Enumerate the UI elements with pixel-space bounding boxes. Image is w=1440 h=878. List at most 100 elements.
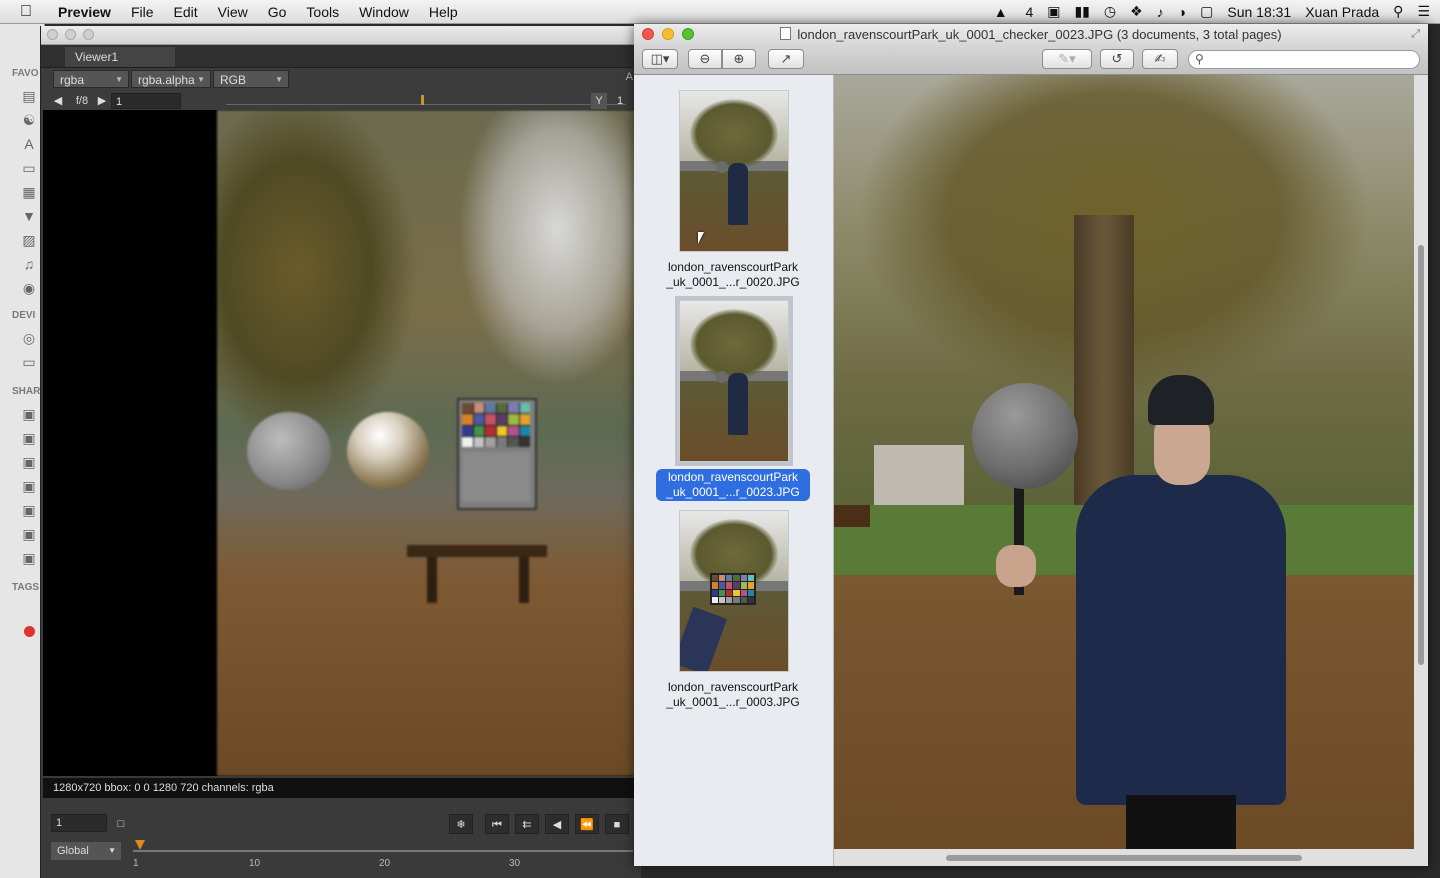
thumbnail-sidebar[interactable]: london_ravenscourtPark _uk_0001_...r_002…	[634, 75, 834, 866]
search-input[interactable]: ⚲	[1188, 50, 1420, 69]
range-select[interactable]: Global ▼	[51, 842, 121, 860]
thumbnail-label-selected[interactable]: london_ravenscourtPark _uk_0001_...r_002…	[656, 469, 810, 501]
menu-go[interactable]: Go	[258, 4, 297, 20]
timeline-track[interactable]	[133, 850, 633, 852]
viewer-info-bar: 1280x720 bbox: 0 0 1280 720 channels: rg…	[43, 778, 641, 798]
music-icon[interactable]: ♫	[20, 256, 38, 272]
shared-computer-icon[interactable]: ▣	[20, 478, 38, 494]
clock[interactable]: Sun 18:31	[1227, 4, 1291, 20]
thumbnail-label-line1: london_ravenscourtPark	[667, 680, 799, 694]
apple-icon[interactable]: 	[0, 3, 52, 21]
thumbnail-label[interactable]: london_ravenscourtPark _uk_0001_...r_000…	[648, 680, 818, 710]
downloads-icon[interactable]: ▼	[20, 208, 38, 224]
lock-icon[interactable]: □	[109, 814, 133, 834]
menu-window[interactable]: Window	[349, 4, 419, 20]
first-frame-icon[interactable]: ⏮	[485, 814, 509, 834]
thumbnail-0003[interactable]	[679, 510, 789, 672]
step-back-icon[interactable]: ◀	[545, 814, 569, 834]
playhead[interactable]	[135, 840, 145, 850]
colorspace-select[interactable]: RGB ▼	[213, 70, 289, 88]
desktop-icon[interactable]: ▭	[20, 160, 38, 176]
shared-computer-icon[interactable]: ▣	[20, 550, 38, 566]
shared-computer-icon[interactable]: ▣	[20, 430, 38, 446]
fullscreen-icon[interactable]: ⤢	[1411, 28, 1420, 41]
play-backward-icon[interactable]: ⏪	[575, 814, 599, 834]
minimize-icon[interactable]	[65, 29, 76, 40]
menu-tools[interactable]: Tools	[296, 4, 349, 20]
pictures-icon[interactable]: ◉	[20, 280, 38, 296]
wifi-icon[interactable]: ◑	[1178, 4, 1186, 20]
share-button[interactable]: ↗	[768, 49, 804, 69]
compare-a-label[interactable]: A	[626, 71, 633, 83]
menu-help[interactable]: Help	[419, 4, 468, 20]
timeline-tick: 10	[249, 858, 261, 869]
menu-view[interactable]: View	[208, 4, 258, 20]
documents-icon[interactable]: ▦	[20, 184, 38, 200]
notification-center-icon[interactable]: ☰	[1417, 3, 1430, 20]
battery-icon[interactable]: ▢	[1200, 3, 1213, 20]
zoom-out-button[interactable]: ⊖	[688, 49, 722, 69]
markup-pen-button[interactable]: ✎▾	[1042, 49, 1092, 69]
gain-slider-handle[interactable]	[421, 95, 424, 105]
shared-computer-icon[interactable]: ▣	[20, 502, 38, 518]
gamma-value[interactable]: 1	[613, 93, 627, 109]
decrement-icon[interactable]: ◀	[53, 93, 63, 109]
stop-icon[interactable]: ■	[605, 814, 629, 834]
camera-icon[interactable]: ▣	[1047, 3, 1060, 20]
gamma-y-label[interactable]: Y	[591, 93, 607, 109]
zoom-icon[interactable]	[83, 29, 94, 40]
markup-toolbar-button[interactable]: ✍	[1142, 49, 1178, 69]
thumbnail-0020[interactable]	[679, 90, 789, 252]
increment-icon[interactable]: ▶	[97, 93, 107, 109]
vertical-scrollbar[interactable]	[1418, 245, 1424, 665]
drive-icon[interactable]: ▭	[20, 354, 38, 370]
menu-app-preview[interactable]: Preview	[52, 4, 121, 20]
timeline: 1 □ ❄ ⏮ ⇇ ◀ ⏪ ■ Global ▼ 1 10 20 30	[43, 800, 641, 878]
thumb-sphere	[716, 371, 728, 383]
thumbnail-0023[interactable]	[675, 296, 793, 466]
horizontal-scrollbar[interactable]	[946, 855, 1302, 861]
applications-icon[interactable]: A	[20, 136, 38, 152]
fstop-label: f/8	[75, 95, 89, 107]
bluetooth-icon[interactable]: ❖	[1130, 3, 1143, 20]
person-face	[1154, 415, 1210, 485]
disc-icon[interactable]: ◎	[20, 330, 38, 346]
time-machine-icon[interactable]: ◷	[1104, 3, 1116, 20]
thumbnail-label[interactable]: london_ravenscourtPark _uk_0001_...r_002…	[648, 260, 818, 290]
spotlight-search-icon[interactable]: ⚲	[1393, 3, 1403, 20]
movies-icon[interactable]: ▨	[20, 232, 38, 248]
zoom-in-icon: ⊕	[733, 51, 745, 66]
battery-menu-icon[interactable]: ▮▮	[1074, 3, 1089, 20]
shared-computer-icon[interactable]: ▣	[20, 526, 38, 542]
rotate-button[interactable]: ↺	[1100, 49, 1134, 69]
adobe-status[interactable]: ▲ 4	[980, 4, 1034, 20]
volume-icon[interactable]: ♪	[1157, 4, 1164, 20]
user-name[interactable]: Xuan Prada	[1305, 4, 1379, 20]
shared-computer-icon[interactable]: ▣	[20, 454, 38, 470]
thumbnail-label-line2: _uk_0001_...r_0020.JPG	[666, 275, 800, 289]
current-frame-field[interactable]: 1	[51, 814, 107, 832]
chrome-sphere	[347, 412, 429, 490]
prev-keyframe-icon[interactable]: ⇇	[515, 814, 539, 834]
tab-viewer1[interactable]: Viewer1	[65, 47, 175, 67]
document-view[interactable]	[834, 75, 1428, 866]
rotate-icon: ↺	[1111, 51, 1123, 66]
thumbnail-label-line2: _uk_0001_...r_0023.JPG	[666, 485, 800, 499]
snowflake-icon[interactable]: ❄	[449, 814, 473, 834]
menu-edit[interactable]: Edit	[164, 4, 208, 20]
tag-red-icon[interactable]	[24, 626, 35, 637]
gain-slider[interactable]	[226, 95, 626, 105]
sidebar-toggle-button[interactable]: ◫▾	[642, 49, 678, 69]
channels-select[interactable]: rgba ▼	[53, 70, 129, 88]
shared-computer-icon[interactable]: ▣	[20, 406, 38, 422]
network-icon[interactable]: ☯	[20, 112, 38, 128]
person	[1056, 375, 1306, 849]
alpha-select[interactable]: rgba.alpha ▼	[131, 70, 211, 88]
document-icon[interactable]: ▤	[20, 88, 38, 104]
bench-seat	[407, 545, 547, 557]
menu-file[interactable]: File	[121, 4, 164, 20]
close-icon[interactable]	[47, 29, 58, 40]
gain-field[interactable]: 1	[111, 93, 181, 109]
zoom-in-button[interactable]: ⊕	[722, 49, 756, 69]
viewer-canvas[interactable]	[43, 110, 641, 776]
